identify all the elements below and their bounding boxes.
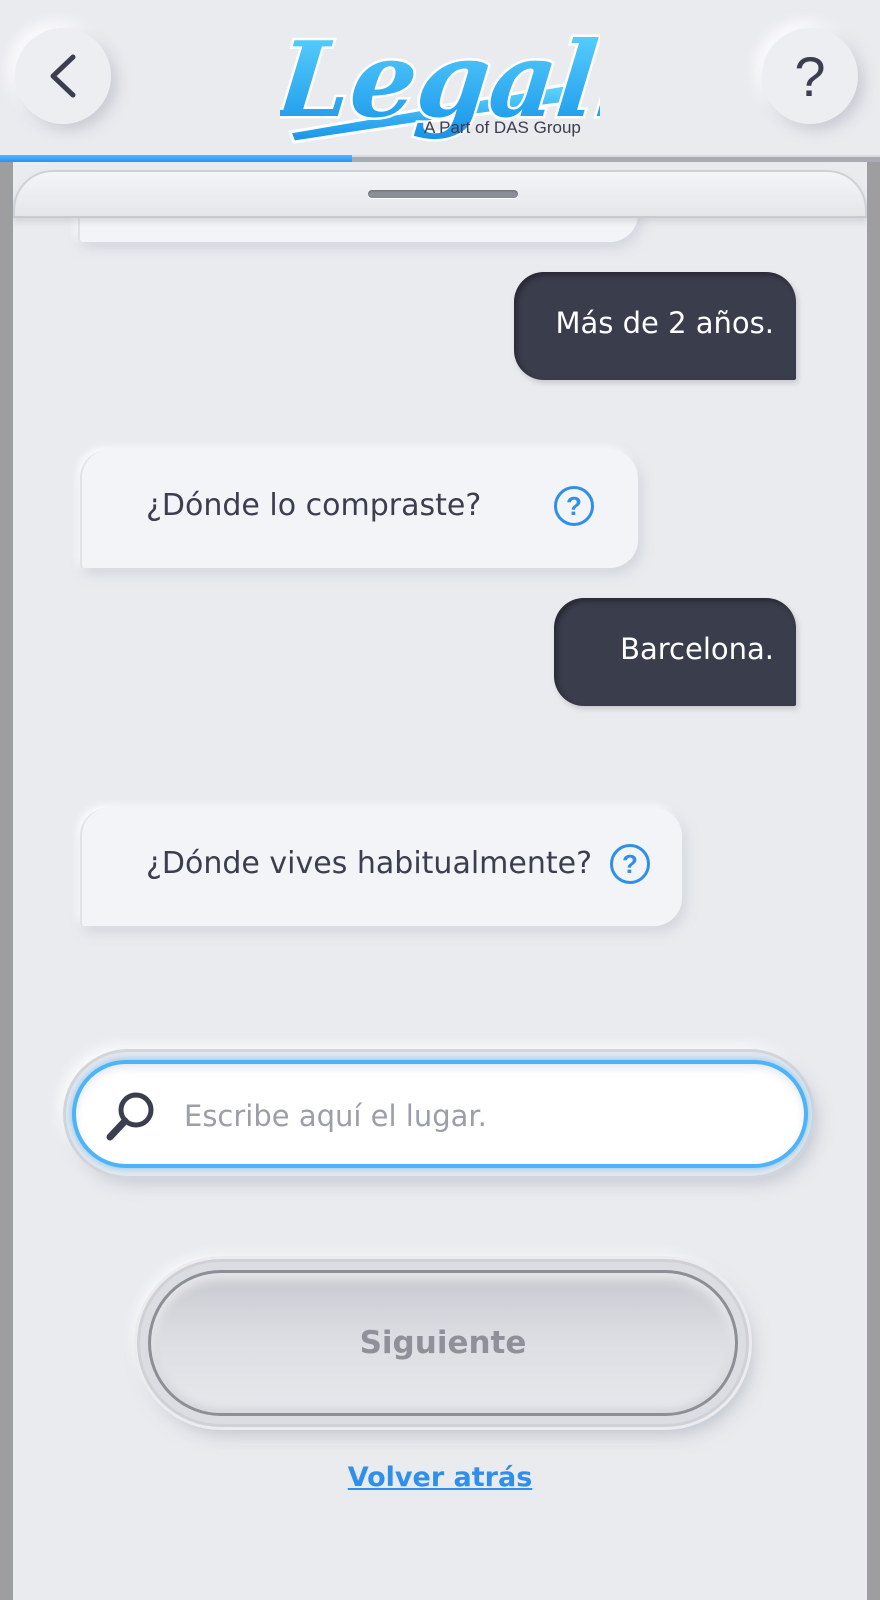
drag-handle[interactable] [368, 190, 518, 198]
back-button[interactable] [15, 28, 111, 124]
search-icon [106, 1092, 154, 1141]
back-link[interactable]: Volver atrás [0, 1462, 880, 1493]
message-text: Más de 2 años. [555, 306, 774, 340]
progress-fill [0, 155, 352, 162]
app-header: Legally A Part of DAS Group ? [0, 0, 880, 160]
next-button[interactable]: Siguiente [148, 1270, 738, 1416]
backdrop-right [867, 162, 880, 1600]
bot-message: ¿Dónde lo compraste? ? [80, 450, 638, 568]
message-text: ¿Dónde vives habitualmente? [146, 846, 593, 881]
message-text: ¿Dónde lo compraste? [146, 488, 482, 523]
bot-message: ¿Dónde vives habitualmente? ? [80, 808, 682, 926]
question-help-icon[interactable]: ? [554, 486, 594, 526]
question-help-icon[interactable]: ? [610, 844, 650, 884]
backdrop-left [0, 162, 13, 1600]
chevron-left-icon [50, 54, 76, 98]
search-input[interactable] [184, 1094, 764, 1138]
help-button[interactable]: ? [762, 28, 858, 124]
logo-tagline: A Part of DAS Group [424, 118, 581, 137]
help-icon: ? [794, 44, 826, 108]
user-message: Más de 2 años. [514, 272, 796, 380]
user-message: Barcelona. [554, 598, 796, 706]
message-text: Barcelona. [620, 632, 774, 666]
